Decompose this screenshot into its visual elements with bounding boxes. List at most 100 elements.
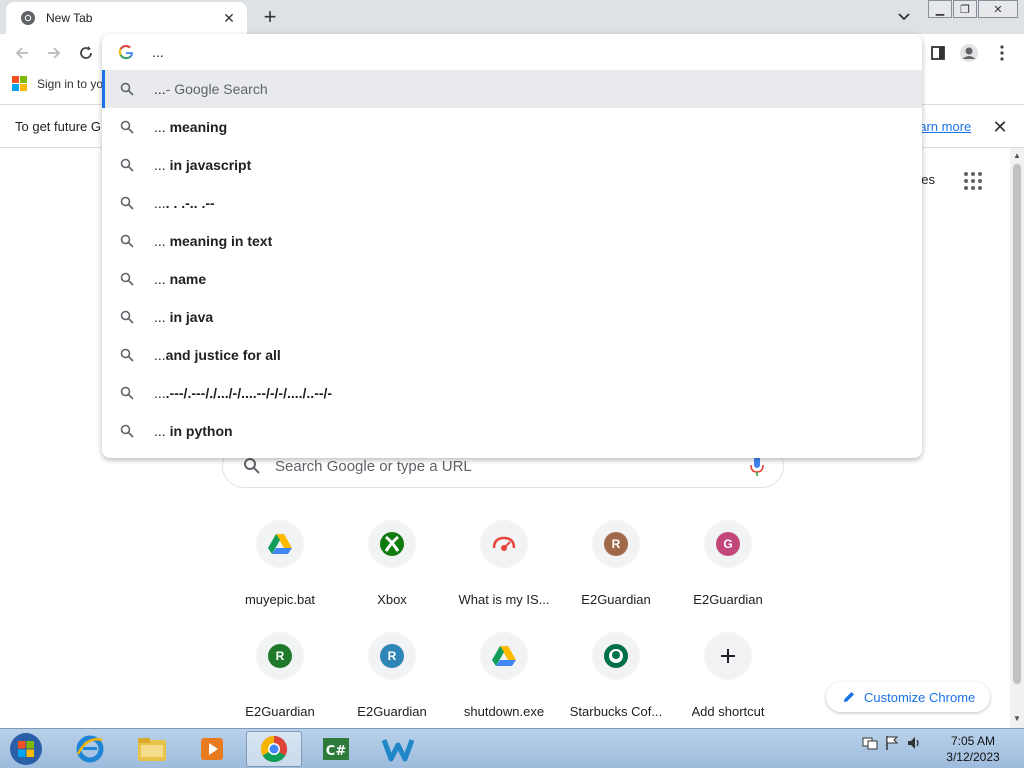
profile-button[interactable] — [957, 41, 981, 65]
svg-text:C#: C# — [326, 744, 347, 759]
suggestion-text: ...and justice for all — [154, 347, 281, 363]
shortcut-label: Add shortcut — [691, 704, 765, 719]
menu-button[interactable] — [990, 41, 1014, 65]
omnibox-suggestion[interactable]: ... name — [102, 260, 922, 298]
taskbar-chrome[interactable] — [246, 731, 302, 767]
search-icon — [120, 386, 134, 400]
info-bar-text: To get future G — [15, 119, 101, 134]
google-apps-icon[interactable] — [962, 170, 984, 192]
shortcut-tile[interactable]: Starbucks Cof... — [560, 632, 672, 732]
microphone-icon[interactable] — [749, 455, 765, 477]
suggestion-prefix: ... — [154, 119, 170, 135]
folder-icon — [138, 738, 166, 761]
shortcut-tile[interactable]: R E2Guardian — [560, 520, 672, 620]
media-player-icon — [201, 738, 223, 760]
shortcut-tile[interactable]: What is my IS... — [448, 520, 560, 620]
taskbar-file-explorer[interactable] — [124, 731, 180, 767]
back-button[interactable] — [10, 41, 34, 65]
omnibox-suggestion[interactable]: ... - Google Search — [102, 70, 922, 108]
letter-avatar-icon: R — [604, 532, 628, 556]
side-panel-icon — [931, 46, 945, 60]
shortcut-label: muyepic.bat — [244, 592, 316, 607]
search-icon — [120, 234, 134, 248]
close-tab-icon[interactable]: ✕ — [221, 10, 237, 26]
search-icon — [120, 310, 134, 324]
writer-w-icon — [382, 739, 414, 762]
suggestion-text: ... in python — [154, 423, 233, 439]
close-window-button[interactable]: ✕ — [978, 0, 1018, 18]
taskbar-wps-writer[interactable] — [370, 731, 426, 767]
search-icon — [120, 120, 134, 134]
suggestion-prefix: ... — [154, 385, 166, 401]
minimize-button[interactable]: ▁ — [928, 0, 952, 18]
tab-strip: New Tab ✕ + ▁ ❐ ✕ — [0, 0, 1024, 34]
tab-new-tab[interactable]: New Tab ✕ — [6, 2, 247, 34]
taskbar-media-player[interactable] — [184, 731, 240, 767]
csharp-icon: C# — [323, 738, 349, 760]
omnibox-suggestion[interactable]: ... in javascript — [102, 146, 922, 184]
info-bar-close-icon[interactable]: ✕ — [990, 117, 1010, 137]
search-icon — [120, 348, 134, 362]
shortcut-tile[interactable]: muyepic.bat — [224, 520, 336, 620]
omnibox-suggestion[interactable]: ...and justice for all — [102, 336, 922, 374]
side-panel-button[interactable] — [926, 41, 950, 65]
windows-taskbar: C# 7:05 AM 3/12/2023 — [0, 728, 1024, 768]
restore-button[interactable]: ❐ — [953, 0, 977, 18]
shortcut-label: E2Guardian — [245, 704, 315, 719]
omnibox-suggestion[interactable]: ... in java — [102, 298, 922, 336]
taskbar-csharp-ide[interactable]: C# — [308, 731, 364, 767]
letter-avatar-icon: G — [716, 532, 740, 556]
suggestion-prefix: ... — [154, 309, 170, 325]
omnibox-suggestion[interactable]: ... in python — [102, 412, 922, 450]
letter-avatar-icon: R — [268, 644, 292, 668]
pencil-icon — [844, 692, 854, 702]
shortcut-icon-circle: R — [592, 520, 640, 568]
back-arrow-icon — [15, 47, 28, 59]
shortcut-tile[interactable]: Xbox — [336, 520, 448, 620]
omnibox-dropdown: ... ... - Google Search... meaning... in… — [102, 34, 922, 458]
shortcut-tile[interactable]: R E2Guardian — [224, 632, 336, 732]
volume-icon[interactable] — [906, 735, 922, 751]
kebab-menu-icon — [1000, 45, 1004, 61]
shortcut-tile[interactable]: shutdown.exe — [448, 632, 560, 732]
shortcut-tile[interactable]: R E2Guardian — [336, 632, 448, 732]
omnibox-suggestion[interactable]: ....---/.---/./.../-/....--/-/-/..../..-… — [102, 374, 922, 412]
windows-start-icon — [10, 733, 42, 765]
omnibox-input[interactable]: ... — [102, 34, 922, 70]
scrollbar-thumb[interactable] — [1013, 164, 1021, 684]
omnibox-suggestion[interactable]: .... . .-.. .-- — [102, 184, 922, 222]
clock-date: 3/12/2023 — [946, 750, 1000, 764]
customize-chrome-button[interactable]: Customize Chrome — [826, 682, 990, 712]
forward-button[interactable] — [42, 41, 66, 65]
suggestion-text: .... . .-.. .-- — [154, 195, 215, 211]
omnibox-suggestion[interactable]: ... meaning in text — [102, 222, 922, 260]
suggestion-prefix: ... — [154, 195, 166, 211]
start-button[interactable] — [6, 731, 46, 767]
tab-search-chevron-icon[interactable] — [894, 8, 914, 26]
bookmark-signin[interactable]: Sign in to yo — [12, 76, 103, 92]
suggestion-completion: meaning in text — [169, 233, 273, 249]
shortcut-icon-circle — [592, 632, 640, 680]
google-drive-icon — [492, 645, 516, 667]
action-center-flag-icon[interactable] — [884, 735, 900, 751]
plus-icon — [719, 647, 737, 665]
scroll-down-icon[interactable]: ▼ — [1012, 714, 1022, 724]
omnibox-suggestion[interactable]: ... meaning — [102, 108, 922, 146]
page-scrollbar[interactable]: ▲ ▼ — [1010, 148, 1024, 728]
taskbar-internet-explorer[interactable] — [62, 731, 118, 767]
taskbar-clock[interactable]: 7:05 AM 3/12/2023 — [940, 733, 1006, 765]
forward-arrow-icon — [48, 47, 61, 59]
suggestion-completion: and justice for all — [165, 347, 281, 363]
new-tab-button[interactable]: + — [258, 5, 282, 29]
shortcut-tile[interactable]: Add shortcut — [672, 632, 784, 732]
reload-button[interactable] — [74, 41, 98, 65]
scroll-up-icon[interactable]: ▲ — [1012, 151, 1022, 161]
reload-icon — [80, 46, 92, 59]
chrome-icon — [21, 11, 35, 25]
shortcut-tile[interactable]: G E2Guardian — [672, 520, 784, 620]
network-icon[interactable] — [862, 735, 878, 751]
shortcut-label: Xbox — [377, 592, 407, 607]
chrome-taskbar-icon — [260, 735, 288, 763]
search-icon — [120, 158, 134, 172]
omnibox-value: ... — [152, 44, 164, 60]
